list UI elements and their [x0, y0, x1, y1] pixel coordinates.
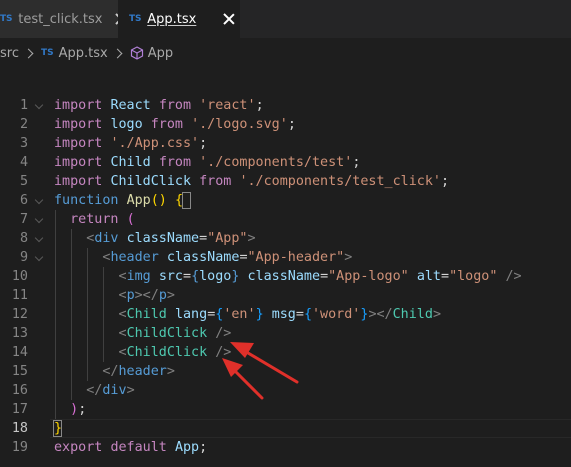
- annotation-arrow: [222, 358, 264, 400]
- annotation-arrows: [222, 342, 299, 400]
